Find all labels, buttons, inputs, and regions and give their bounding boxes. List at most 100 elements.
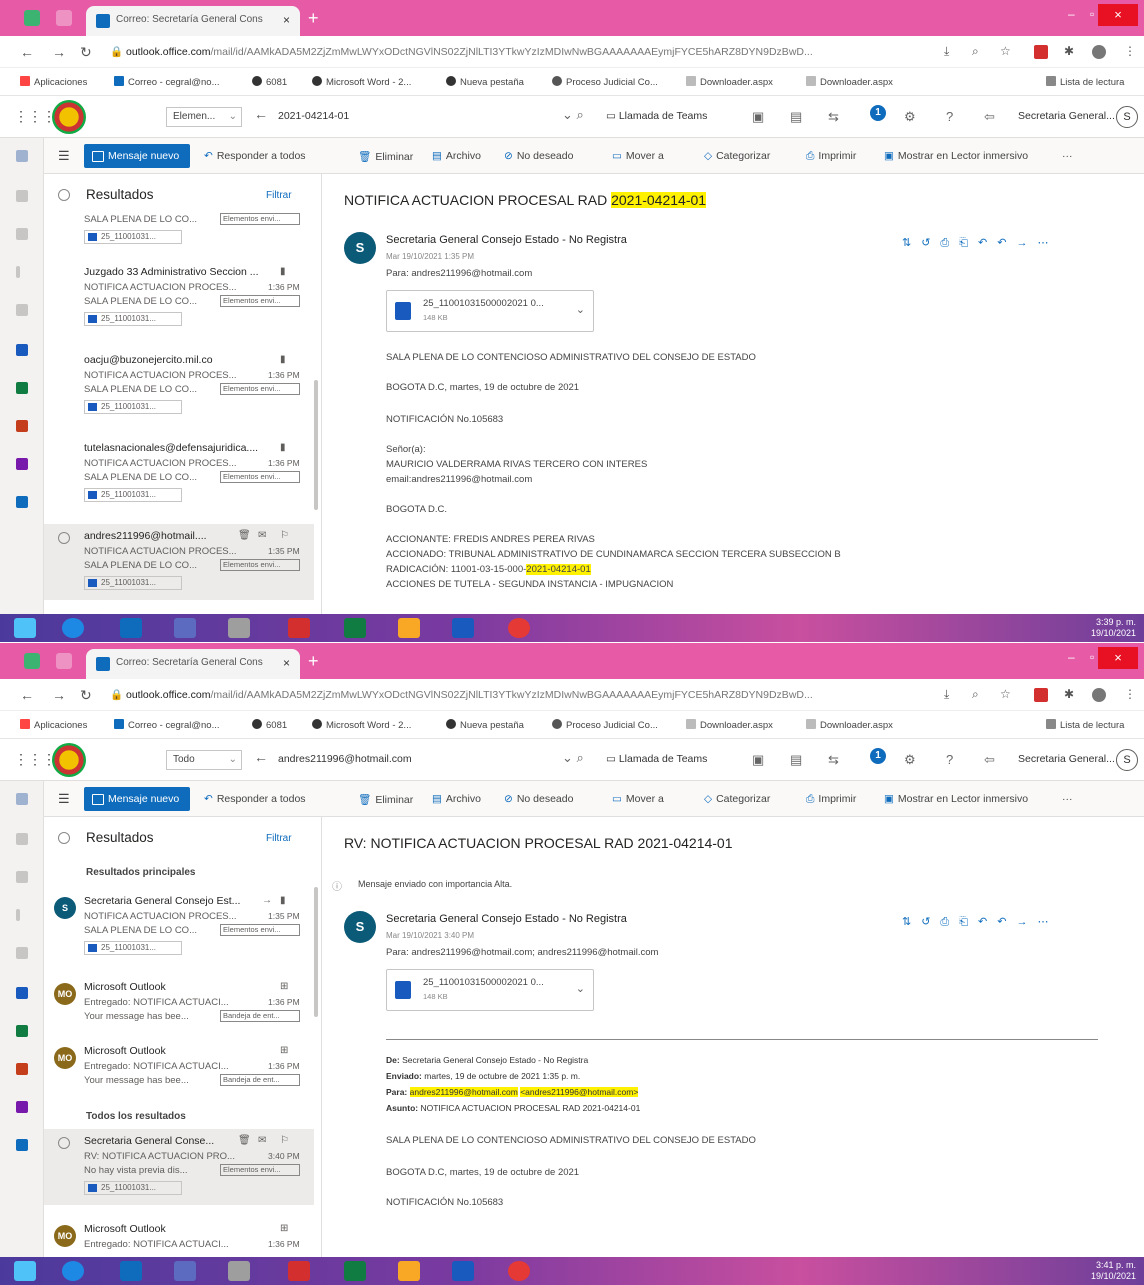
excel-icon[interactable] bbox=[16, 382, 28, 394]
people-icon[interactable] bbox=[16, 266, 20, 278]
attachment-chip[interactable]: 25_11001031... bbox=[84, 312, 182, 326]
attachment-card[interactable]: 25_11001031500002021 0... 148 KB ⌄ bbox=[386, 290, 594, 332]
word-app-icon[interactable] bbox=[452, 618, 474, 638]
todo-icon[interactable] bbox=[16, 304, 28, 316]
new-tab-button[interactable]: + bbox=[308, 651, 319, 672]
start-icon[interactable] bbox=[14, 1261, 36, 1281]
word-icon[interactable] bbox=[16, 344, 28, 356]
bookmark-correo[interactable]: Correo - cegral@no... bbox=[114, 76, 219, 88]
new-message-button[interactable]: Mensaje nuevo bbox=[84, 144, 190, 168]
tab-actions-icon[interactable] bbox=[56, 653, 72, 669]
bookmark-6081[interactable]: 6081 bbox=[252, 719, 287, 731]
calendar-icon[interactable] bbox=[16, 190, 28, 202]
settings-icon[interactable]: ⚙ bbox=[904, 109, 916, 125]
account-avatar[interactable]: S bbox=[1116, 106, 1138, 128]
extensions-icon[interactable]: ✱ bbox=[1064, 687, 1074, 701]
trash-icon[interactable]: 🗑 bbox=[238, 1135, 251, 1146]
hamburger-icon[interactable]: ☰ bbox=[58, 791, 70, 807]
bookmark-proceso[interactable]: Proceso Judicial Co... bbox=[552, 76, 658, 88]
junk-button[interactable]: ⊘ No deseado bbox=[504, 793, 573, 805]
immersive-reader-button[interactable]: ▣ Mostrar en Lector inmersivo bbox=[884, 150, 1028, 162]
archive-button[interactable]: ▤ Archivo bbox=[432, 793, 481, 805]
browser-tab[interactable]: Correo: Secretaría General Cons × bbox=[86, 6, 300, 36]
acrobat-icon[interactable] bbox=[288, 618, 310, 638]
calendar-icon[interactable] bbox=[16, 833, 28, 845]
forward-icon[interactable]: → bbox=[52, 44, 66, 60]
attach-icon[interactable] bbox=[16, 228, 28, 240]
sender-name[interactable]: Secretaria General Consejo Estado - No R… bbox=[386, 234, 627, 246]
account-name[interactable]: Secretaria General... bbox=[1018, 110, 1115, 122]
minimize-icon[interactable]: – bbox=[1068, 7, 1075, 21]
bookmark-downloader-2[interactable]: Downloader.aspx bbox=[806, 76, 893, 88]
categorize-button[interactable]: ◇ Categorizar bbox=[704, 150, 770, 162]
move-to-button[interactable]: ▭ Mover a bbox=[612, 150, 664, 162]
bookmark-correo[interactable]: Correo - cegral@no... bbox=[114, 719, 219, 731]
archive-button[interactable]: ▤ Archivo bbox=[432, 150, 481, 162]
account-name[interactable]: Secretaria General... bbox=[1018, 753, 1115, 765]
search-input[interactable]: andres211996@hotmail.com bbox=[278, 753, 528, 765]
bookmark-apps[interactable]: Aplicaciones bbox=[20, 76, 87, 88]
delete-button[interactable]: 🗑 Eliminar bbox=[358, 793, 413, 806]
pin-icon[interactable]: ▮ bbox=[280, 442, 286, 453]
back-icon[interactable]: ← bbox=[20, 44, 34, 60]
minimize-icon[interactable]: – bbox=[1068, 650, 1075, 664]
print-button[interactable]: ⎙ Imprimir bbox=[806, 793, 856, 806]
help-icon[interactable]: ? bbox=[946, 752, 953, 767]
teams-icon[interactable]: ▤ bbox=[790, 752, 802, 768]
teams-app-icon[interactable] bbox=[174, 1261, 196, 1281]
teams-call-button[interactable]: ▭ Llamada de Teams bbox=[606, 753, 707, 765]
attachment-chip[interactable]: 25_11001031... bbox=[84, 230, 182, 244]
reload-icon[interactable]: ↻ bbox=[80, 44, 92, 61]
bookmark-6081[interactable]: 6081 bbox=[252, 76, 287, 88]
list-item[interactable]: S Secretaria General Consejo Est... → ▮ … bbox=[44, 893, 314, 971]
print-button[interactable]: ⎙ Imprimir bbox=[806, 150, 856, 163]
trash-icon[interactable]: 🗑 bbox=[238, 530, 251, 541]
feedback-icon[interactable]: ⇦ bbox=[984, 109, 995, 125]
search-input[interactable]: 2021-04214-01 bbox=[278, 110, 528, 122]
search-back-icon[interactable]: ← bbox=[254, 106, 268, 122]
attach-icon[interactable] bbox=[16, 871, 28, 883]
bookmark-downloader-2[interactable]: Downloader.aspx bbox=[806, 719, 893, 731]
app-icon[interactable] bbox=[228, 1261, 250, 1281]
profile-icon[interactable] bbox=[1092, 45, 1106, 59]
categorize-button[interactable]: ◇ Categorizar bbox=[704, 793, 770, 805]
help-icon[interactable]: ? bbox=[946, 109, 953, 124]
bookmark-new-tab[interactable]: Nueva pestaña bbox=[446, 76, 524, 88]
forward-icon[interactable]: → bbox=[262, 895, 272, 906]
teams-app-icon[interactable] bbox=[174, 618, 196, 638]
zoom-icon[interactable]: ⌕ bbox=[972, 44, 979, 59]
bookmark-word[interactable]: Microsoft Word - 2... bbox=[312, 76, 411, 88]
list-item[interactable]: tutelasnacionales@defensajuridica.... ▮ … bbox=[44, 440, 314, 518]
excel-icon[interactable] bbox=[16, 1025, 28, 1037]
reading-list[interactable]: Lista de lectura bbox=[1046, 76, 1124, 88]
system-clock[interactable]: 3:39 p. m. 19/10/2021 bbox=[1091, 617, 1136, 639]
search-scope-dropdown[interactable]: Todo ⌄ bbox=[166, 750, 242, 770]
chevron-down-icon[interactable]: ⌄ bbox=[576, 303, 585, 316]
chrome-icon[interactable] bbox=[508, 1261, 530, 1281]
reply-all-button[interactable]: ↶ Responder a todos bbox=[204, 793, 306, 805]
send-icon[interactable]: ⇆ bbox=[828, 109, 839, 125]
teams-icon[interactable]: ▤ bbox=[790, 109, 802, 125]
outlook-app-icon[interactable] bbox=[120, 1261, 142, 1281]
delete-button[interactable]: 🗑 Eliminar bbox=[358, 150, 413, 163]
item-select-checkbox[interactable] bbox=[58, 1137, 70, 1149]
settings-icon[interactable]: ⚙ bbox=[904, 752, 916, 768]
move-to-button[interactable]: ▭ Mover a bbox=[612, 793, 664, 805]
browser-tab[interactable]: Correo: Secretaría General Cons × bbox=[86, 649, 300, 679]
people-icon[interactable] bbox=[16, 909, 20, 921]
edge-icon[interactable] bbox=[62, 618, 84, 638]
select-all-checkbox[interactable] bbox=[58, 189, 70, 201]
outlook-app-icon[interactable] bbox=[120, 618, 142, 638]
mail-icon[interactable] bbox=[16, 150, 28, 162]
star-icon[interactable]: ☆ bbox=[1000, 687, 1011, 701]
start-icon[interactable] bbox=[14, 618, 36, 638]
browser-menu-icon[interactable]: ⋮ bbox=[1124, 44, 1136, 58]
back-icon[interactable]: ← bbox=[20, 687, 34, 703]
reading-list[interactable]: Lista de lectura bbox=[1046, 719, 1124, 731]
file-explorer-icon[interactable] bbox=[398, 618, 420, 638]
filter-button[interactable]: Filtrar bbox=[266, 833, 292, 844]
hamburger-icon[interactable]: ☰ bbox=[58, 148, 70, 164]
file-explorer-icon[interactable] bbox=[398, 1261, 420, 1281]
app-icon[interactable] bbox=[228, 618, 250, 638]
star-icon[interactable]: ☆ bbox=[1000, 44, 1011, 58]
